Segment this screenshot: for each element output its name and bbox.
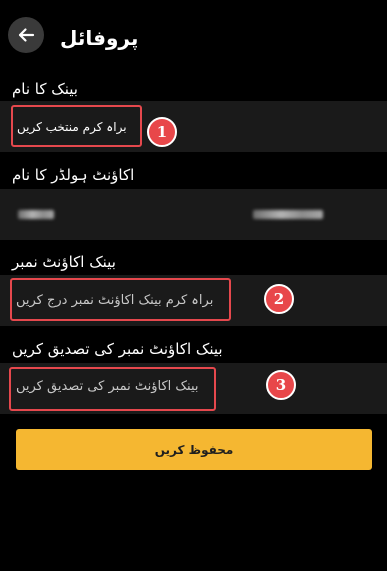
page-title: پروفائل xyxy=(60,26,139,50)
account-holder-field xyxy=(0,189,387,240)
annotation-highlight-3 xyxy=(9,367,216,411)
redacted-holder-text xyxy=(18,210,54,219)
account-number-label: بینک اکاؤنٹ نمبر xyxy=(12,253,116,271)
annotation-highlight-1 xyxy=(11,105,142,147)
confirm-account-number-label: بینک اکاؤنٹ نمبر کی تصدیق کریں xyxy=(12,340,223,358)
annotation-badge-1: 1 xyxy=(147,117,177,147)
annotation-badge-3: 3 xyxy=(266,370,296,400)
back-button[interactable] xyxy=(8,17,44,53)
redacted-holder-text xyxy=(253,210,323,219)
header: پروفائل xyxy=(0,0,387,78)
save-button[interactable]: محفوظ کریں xyxy=(16,429,372,470)
bank-name-label: بینک کا نام xyxy=(12,80,78,98)
annotation-badge-2: 2 xyxy=(264,284,294,314)
account-holder-label: اکاؤنٹ ہولڈر کا نام xyxy=(12,166,135,184)
arrow-left-icon xyxy=(18,28,35,42)
profile-screen: پروفائل بینک کا نام براہ کرم منتخب کریں … xyxy=(0,0,387,571)
annotation-highlight-2 xyxy=(10,278,231,321)
